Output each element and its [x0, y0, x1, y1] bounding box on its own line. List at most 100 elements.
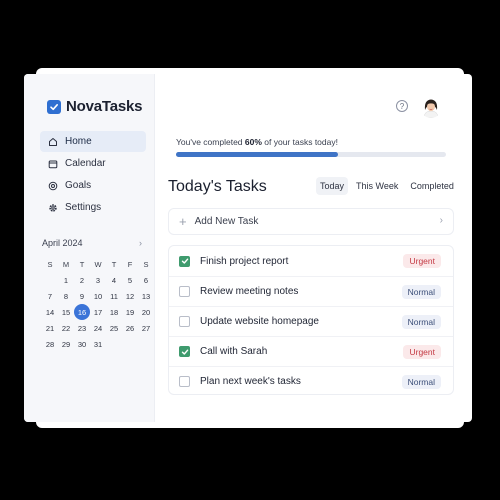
calendar-day[interactable]: 25 [106, 320, 122, 336]
calendar-day[interactable]: 2 [74, 272, 90, 288]
calendar-day[interactable]: 13 [138, 288, 154, 304]
sidebar-item-label: Settings [65, 202, 102, 213]
sidebar: NovaTasks Home Calendar Goals Settings A… [24, 74, 155, 422]
calendar-day[interactable]: 20 [138, 304, 154, 320]
calendar-day[interactable]: 7 [42, 288, 58, 304]
calendar-day[interactable]: 22 [58, 320, 74, 336]
calendar-day[interactable]: 5 [122, 272, 138, 288]
tab-this-week[interactable]: This Week [352, 177, 402, 195]
calendar-day[interactable]: 30 [74, 336, 90, 352]
sidebar-item-home[interactable]: Home [40, 131, 146, 152]
progress-bar-fill [176, 152, 338, 157]
priority-badge: Normal [401, 315, 441, 329]
task-title: Plan next week's tasks [200, 376, 301, 387]
weekday-label: F [127, 259, 133, 269]
tab-today[interactable]: Today [316, 177, 349, 195]
progress-percent: 60% [244, 137, 262, 147]
add-task-button[interactable]: + Add New Task › [168, 208, 454, 235]
task-title: Update website homepage [200, 316, 319, 327]
calendar-day[interactable]: 3 [90, 272, 106, 288]
checkbox[interactable] [179, 376, 190, 387]
checkbox-logo-icon [47, 99, 61, 114]
weekday-label: S [143, 259, 149, 269]
checkbox-checked[interactable] [179, 255, 190, 267]
home-icon [48, 137, 58, 147]
weekday-label: S [47, 259, 53, 269]
calendar-day[interactable]: 19 [122, 304, 138, 320]
calendar-day[interactable]: 12 [122, 288, 138, 304]
calendar-day [42, 272, 58, 288]
task-title: Finish project report [200, 255, 289, 267]
checkmark-icon [181, 258, 188, 264]
task-row[interactable]: Update website homepage Normal [169, 306, 453, 336]
progress-bar [176, 152, 446, 157]
sidebar-item-calendar[interactable]: Calendar [40, 153, 146, 174]
task-row[interactable]: Finish project report Urgent [169, 246, 453, 276]
calendar-day [122, 336, 138, 352]
calendar-day[interactable]: 9 [74, 288, 90, 304]
calendar-day[interactable]: 31 [90, 336, 106, 352]
task-row[interactable]: Call with Sarah Urgent [169, 336, 453, 366]
add-task-label: Add New Task [194, 216, 259, 227]
main-content: ? You've completed 60% of your tasks tod… [156, 74, 472, 422]
app-name: NovaTasks [66, 98, 143, 115]
target-icon [48, 181, 58, 191]
calendar-day[interactable]: 26 [122, 320, 138, 336]
app-window: NovaTasks Home Calendar Goals Settings A… [24, 74, 472, 422]
checkmark-icon [181, 349, 188, 355]
sidebar-item-settings[interactable]: Settings [40, 197, 146, 218]
calendar-day[interactable]: 6 [138, 272, 154, 288]
calendar-day[interactable]: 15 [58, 304, 74, 320]
tab-completed[interactable]: Completed [406, 177, 458, 195]
avatar[interactable] [420, 96, 442, 118]
sidebar-nav: Home Calendar Goals Settings [40, 131, 146, 219]
task-tabs: Today This Week Completed [316, 177, 458, 195]
calendar-day[interactable]: 1 [58, 272, 74, 288]
chevron-right-icon[interactable]: › [139, 238, 142, 248]
calendar-day[interactable]: 10 [90, 288, 106, 304]
calendar-day[interactable]: 14 [42, 304, 58, 320]
calendar-day[interactable]: 23 [74, 320, 90, 336]
gear-icon [48, 203, 58, 213]
calendar-month-label: April 2024 [42, 238, 83, 248]
calendar-day[interactable]: 29 [58, 336, 74, 352]
task-title: Review meeting notes [200, 286, 299, 297]
calendar-day[interactable]: 28 [42, 336, 58, 352]
progress-message: You've completed 60% of your tasks today… [176, 137, 338, 147]
app-logo[interactable]: NovaTasks [47, 98, 143, 115]
calendar-day[interactable]: 21 [42, 320, 58, 336]
weekday-label: T [79, 259, 85, 269]
weekday-label: M [62, 259, 70, 269]
checkbox[interactable] [179, 316, 190, 327]
task-row[interactable]: Plan next week's tasks Normal [169, 366, 453, 396]
calendar-day-today[interactable]: 16 [74, 304, 90, 320]
calendar-day[interactable]: 4 [106, 272, 122, 288]
checkbox-checked[interactable] [179, 346, 190, 357]
task-list: Finish project report Urgent Review meetin… [168, 245, 454, 395]
sidebar-item-label: Home [65, 136, 92, 147]
weekday-label: W [94, 259, 102, 269]
plus-icon: + [179, 214, 187, 229]
calendar-day[interactable]: 17 [90, 304, 106, 320]
priority-badge: Normal [401, 375, 441, 389]
progress-prefix: You've completed [176, 137, 245, 147]
calendar-day[interactable]: 27 [138, 320, 154, 336]
progress-suffix: of your tasks today! [261, 137, 338, 147]
calendar-day [138, 336, 154, 352]
sidebar-item-goals[interactable]: Goals [40, 175, 146, 196]
calendar-day[interactable]: 11 [106, 288, 122, 304]
chevron-right-icon: › [439, 215, 443, 226]
calendar-grid: S M T W T F S 1 2 3 4 5 6 7 8 9 10 11 12 13 14 15 16 17 18 19 20 21… [42, 256, 150, 352]
page-title: Today's Tasks [168, 178, 267, 195]
priority-badge: Normal [401, 285, 441, 299]
task-title: Call with Sarah [200, 346, 268, 357]
calendar-day [106, 336, 122, 352]
checkbox[interactable] [179, 286, 190, 297]
calendar-day[interactable]: 8 [58, 288, 74, 304]
help-icon[interactable]: ? [396, 100, 408, 112]
calendar-day[interactable]: 18 [106, 304, 122, 320]
calendar-day[interactable]: 24 [90, 320, 106, 336]
task-row[interactable]: Review meeting notes Normal [169, 276, 453, 306]
sidebar-item-label: Goals [65, 180, 92, 191]
mini-calendar: April 2024 › S M T W T F S 1 2 3 4 5 6 7 8 9 10 11 12 13 14 1… [42, 238, 150, 352]
